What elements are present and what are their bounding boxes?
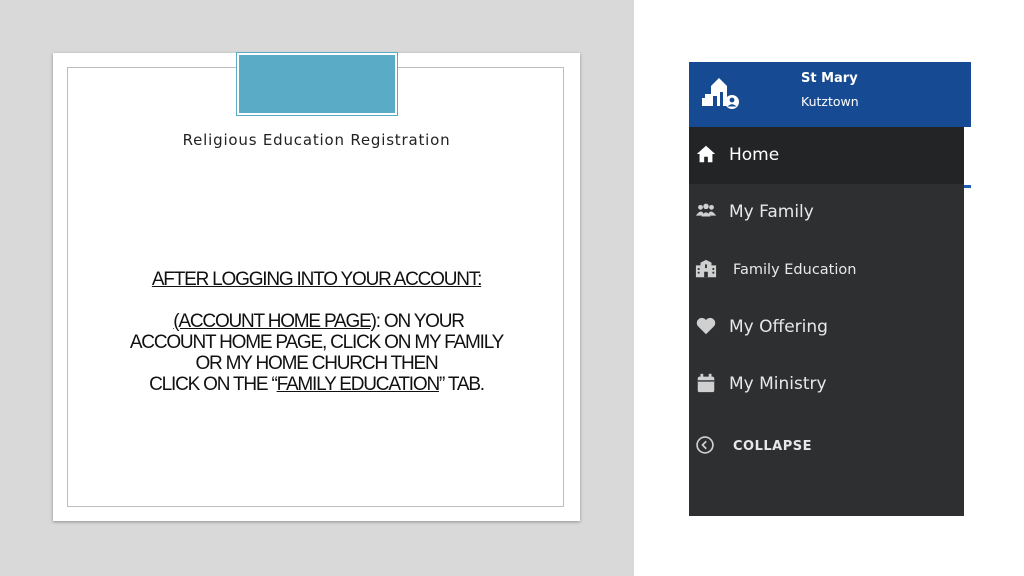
- instructions-line-4-pre: CLICK ON THE “: [149, 374, 278, 395]
- sidebar-item-family-education[interactable]: Family Education: [689, 242, 964, 299]
- collapse-button[interactable]: COLLAPSE: [689, 430, 964, 462]
- sidebar-item-label: My Offering: [729, 317, 828, 337]
- school-icon: [695, 259, 717, 278]
- sidebar-item-my-offering[interactable]: My Offering: [689, 299, 964, 356]
- sidebar-header[interactable]: St Mary Kutztown: [689, 62, 971, 127]
- slide-title: Religious Education Registration: [182, 131, 451, 149]
- instructions-heading: AFTER LOGGING INTO YOUR ACCOUNT:: [151, 269, 483, 290]
- decorative-tab: [236, 52, 398, 116]
- instructions-line-1: (ACCOUNT HOME PAGE): ON YOUR: [73, 311, 560, 332]
- account-home-page-link: (ACCOUNT HOME PAGE): [173, 311, 377, 332]
- sidebar-item-my-family[interactable]: My Family: [689, 184, 964, 241]
- home-icon: [696, 145, 716, 163]
- sidebar-item-label: Family Education: [733, 262, 857, 278]
- chevron-left-circle-icon: [696, 436, 714, 454]
- sidebar-screenshot: St Mary Kutztown Home My Family Family E…: [689, 62, 971, 516]
- active-indicator: [964, 185, 971, 188]
- slide-card: Religious Education Registration AFTER L…: [53, 52, 580, 521]
- church-logo-icon: [702, 78, 739, 109]
- instructions-line-1-rest: : ON YOUR: [375, 311, 465, 332]
- sidebar-item-label: My Family: [729, 202, 814, 222]
- family-education-link: FAMILY EDUCATION: [276, 374, 441, 395]
- sidebar-item-home[interactable]: Home: [689, 127, 964, 184]
- heart-icon: [696, 317, 716, 335]
- instructions-line-2: ACCOUNT HOME PAGE, CLICK ON MY FAMILY: [129, 332, 505, 353]
- instructions-line-4: CLICK ON THE “FAMILY EDUCATION” TAB.: [73, 374, 560, 395]
- collapse-label: COLLAPSE: [733, 439, 812, 454]
- sidebar-item-label: My Ministry: [729, 374, 827, 394]
- calendar-icon: [697, 373, 715, 393]
- parish-city: Kutztown: [801, 94, 859, 109]
- parish-name: St Mary: [801, 71, 858, 86]
- instructions-line-3: OR MY HOME CHURCH THEN: [195, 353, 438, 374]
- instructions-line-4-post: ” TAB.: [438, 374, 485, 395]
- instructions-text: AFTER LOGGING INTO YOUR ACCOUNT: (ACCOUN…: [73, 269, 560, 395]
- sidebar-item-my-ministry[interactable]: My Ministry: [689, 356, 964, 413]
- sidebar-item-label: Home: [729, 145, 780, 165]
- family-icon: [695, 203, 717, 217]
